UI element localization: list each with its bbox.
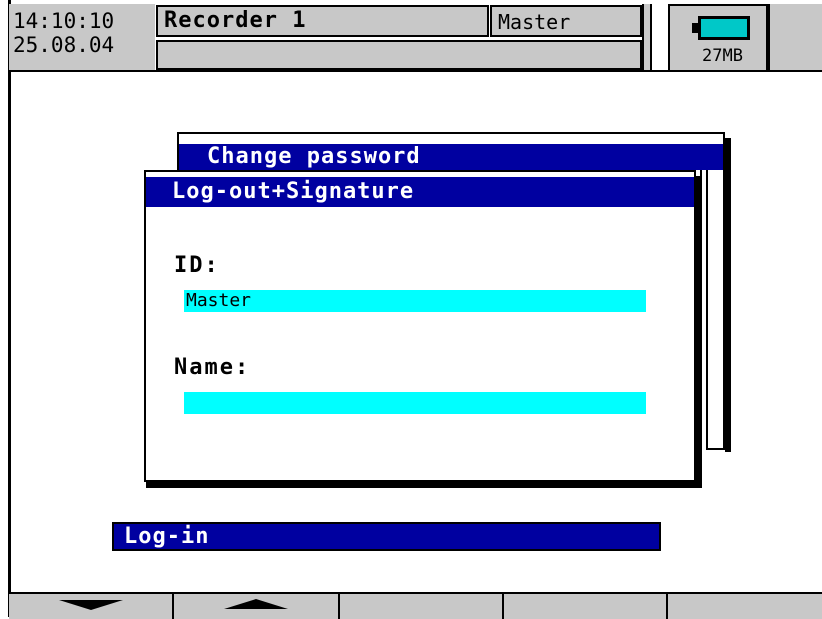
message-line	[156, 40, 642, 70]
logout-signature-title: Log-out+Signature	[172, 179, 415, 204]
memory-size: 27MB	[702, 46, 743, 66]
id-value: Master	[186, 290, 252, 311]
header-separator	[642, 4, 652, 72]
recorder-name: Recorder 1	[164, 8, 307, 33]
softkey-4[interactable]	[504, 594, 668, 619]
name-label: Name:	[174, 355, 251, 380]
clock-time: 14:10:10	[13, 9, 115, 33]
header-spare-panel	[768, 4, 822, 72]
recorder-screen: 14:10:10 25.08.04 Recorder 1 Master 27MB…	[0, 0, 822, 619]
window-shadow	[696, 176, 702, 488]
id-label: ID:	[174, 253, 220, 278]
id-field[interactable]: Master	[184, 290, 646, 312]
memory-panel: 27MB	[668, 4, 768, 72]
screen-frame-left	[8, 0, 11, 617]
current-user: Master	[498, 10, 571, 34]
softkey-5[interactable]	[668, 594, 822, 619]
memory-card-icon	[692, 16, 750, 40]
arrow-up-icon	[224, 599, 288, 609]
login-label: Log-in	[124, 524, 210, 549]
change-password-title: Change password	[207, 144, 421, 169]
clock-date: 25.08.04	[13, 33, 115, 57]
window-shadow	[146, 482, 698, 488]
logout-signature-window: Log-out+Signature ID: Master Name:	[144, 170, 696, 482]
login-menu-item[interactable]: Log-in	[112, 522, 661, 551]
user-panel: Master	[490, 5, 642, 37]
header-divider	[9, 70, 822, 72]
softkey-3[interactable]	[340, 594, 504, 619]
change-password-titlebar[interactable]: Change password	[179, 144, 723, 170]
arrow-down-icon	[58, 600, 123, 610]
clock-panel: 14:10:10 25.08.04	[9, 4, 155, 72]
logout-signature-titlebar[interactable]: Log-out+Signature	[146, 177, 694, 207]
window-shadow	[725, 138, 731, 452]
softkey-up[interactable]	[174, 594, 340, 619]
softkey-down[interactable]	[9, 594, 174, 619]
name-field[interactable]	[184, 392, 646, 414]
softkey-bar	[9, 592, 822, 619]
recorder-title-panel: Recorder 1	[156, 5, 489, 37]
